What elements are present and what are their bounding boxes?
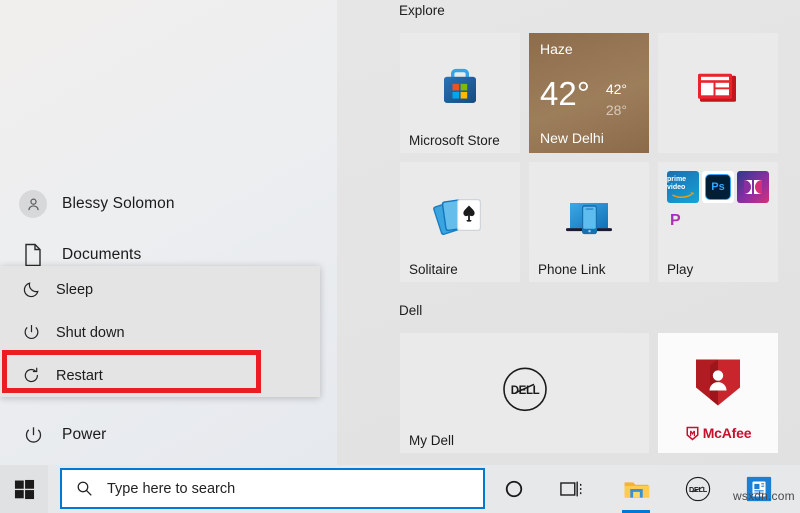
user-account-icon: [14, 190, 52, 218]
picsart-icon: P: [670, 212, 681, 230]
search-input[interactable]: Type here to search: [60, 468, 485, 509]
start-button[interactable]: [0, 465, 48, 513]
photoshop-ps-glyph: Ps: [705, 174, 731, 200]
power-options-flyout: Sleep Shut down Restar: [0, 266, 320, 397]
tile-play-folder[interactable]: prime video Ps P Play: [658, 162, 778, 282]
menu-item-sleep[interactable]: Sleep: [0, 268, 320, 311]
power-icon: [14, 323, 48, 342]
weather-current-temp: 42°: [540, 77, 590, 110]
svg-text:DELL: DELL: [510, 385, 539, 397]
task-view-icon[interactable]: [548, 465, 596, 513]
tile-weather[interactable]: Haze 42° 42° 28° New Delhi: [529, 33, 649, 153]
mcafee-shield-icon: [658, 354, 778, 412]
tile-phone-link[interactable]: Phone Link: [529, 162, 649, 282]
search-placeholder: Type here to search: [93, 481, 235, 497]
watermark: wsxdn.com: [733, 489, 795, 503]
menu-item-restart[interactable]: Restart: [0, 354, 320, 397]
dolby-icon: [737, 171, 769, 203]
weather-high-temp: 42°: [606, 81, 627, 97]
tile-label: Play: [667, 262, 693, 277]
tile-label: Phone Link: [538, 262, 606, 277]
document-icon: [14, 243, 52, 267]
restart-icon: [14, 366, 48, 385]
tile-label: Solitaire: [409, 262, 458, 277]
mcafee-wordmark: McAfee: [658, 425, 778, 441]
power-icon: [14, 425, 52, 446]
dell-icon[interactable]: DELL: [674, 465, 722, 513]
sidebar-item-power[interactable]: Power: [0, 412, 337, 458]
solitaire-cards-icon: [400, 193, 520, 243]
dell-logo-icon: DELL: [400, 366, 649, 412]
microsoft-store-icon: [400, 63, 520, 115]
weather-condition: Haze: [540, 41, 573, 57]
photoshop-express-icon: Ps: [702, 171, 734, 203]
msn-news-icon: [658, 70, 778, 110]
menu-item-shut-down[interactable]: Shut down: [0, 311, 320, 354]
screen: Blessy Solomon Documents: [0, 0, 800, 513]
file-explorer-icon[interactable]: [612, 465, 660, 513]
mcafee-wordmark-text: McAfee: [703, 425, 752, 441]
tile-group-header-dell: Dell: [399, 303, 422, 318]
weather-low-temp: 28°: [606, 102, 627, 118]
menu-item-label: Shut down: [48, 325, 125, 341]
tile-microsoft-store[interactable]: Microsoft Store: [400, 33, 520, 153]
cortana-icon[interactable]: [490, 465, 538, 513]
search-icon: [76, 480, 93, 497]
user-account-name: Blessy Solomon: [52, 195, 175, 213]
play-folder-mini-apps: prime video Ps: [667, 171, 769, 203]
tile-my-dell[interactable]: DELL My Dell: [400, 333, 649, 453]
tile-label: My Dell: [409, 433, 454, 448]
weather-city: New Delhi: [540, 130, 604, 146]
avatar: [19, 190, 47, 218]
prime-video-icon: prime video: [667, 171, 699, 203]
sidebar-item-label: Power: [52, 426, 106, 444]
user-account-item[interactable]: Blessy Solomon: [0, 181, 337, 227]
start-menu: Blessy Solomon Documents: [0, 0, 800, 465]
sidebar-item-label: Documents: [52, 246, 141, 264]
phone-link-icon: [529, 194, 649, 242]
tile-msn-news[interactable]: [658, 33, 778, 153]
windows-logo-icon: [14, 479, 35, 500]
tile-group-header-explore: Explore: [399, 3, 445, 18]
tile-solitaire[interactable]: Solitaire: [400, 162, 520, 282]
tile-mcafee[interactable]: McAfee: [658, 333, 778, 453]
tile-label: Microsoft Store: [409, 133, 500, 148]
prime-video-label-line1: prime video: [667, 176, 699, 191]
menu-item-label: Sleep: [48, 282, 93, 298]
menu-item-label: Restart: [48, 368, 103, 384]
moon-icon: [14, 280, 48, 299]
